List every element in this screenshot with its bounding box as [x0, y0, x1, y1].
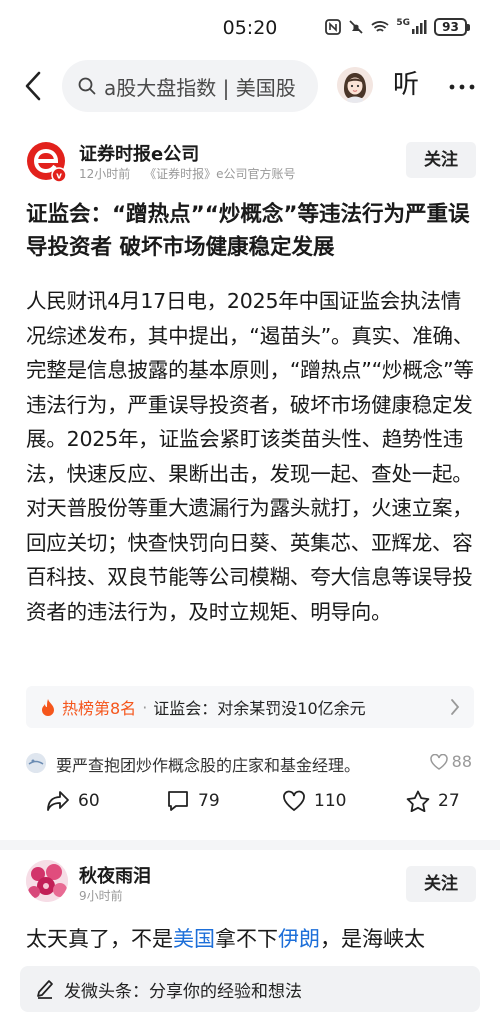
comment-avatar-icon [26, 753, 46, 773]
wifi-icon [371, 21, 389, 32]
status-icons: 5G 93 [325, 18, 470, 36]
hot-topic-text: 证监会：对余某罚没10亿余元 [153, 699, 366, 718]
heart-outline-icon [429, 753, 448, 770]
post-text[interactable]: 太天真了，不是美国拿不下伊朗，是海峡太 [26, 922, 476, 956]
e-company-logo-icon: v [27, 142, 67, 183]
battery-indicator: 93 [434, 18, 470, 36]
post-author-name[interactable]: 秋夜雨泪 [79, 862, 151, 888]
post-composer[interactable]: 发微头条：分享你的经验和想法 [20, 966, 480, 1012]
topic-link-iran[interactable]: 伊朗 [278, 927, 320, 951]
svg-text:v: v [56, 172, 62, 182]
hot-separator: · [142, 697, 148, 717]
comment-count: 79 [198, 791, 220, 811]
post-author: 秋夜雨泪 9小时前 关注 [26, 860, 476, 906]
hot-topic-bar[interactable]: 热榜第8名 · 证监会：对余某罚没10亿余元 [26, 686, 474, 728]
author-logo[interactable]: v [26, 141, 68, 183]
comment-avatar [26, 753, 46, 773]
search-icon [78, 77, 96, 95]
post-time: 9小时前 [79, 889, 123, 903]
favorite-button[interactable]: 27 [406, 790, 460, 812]
like-count: 110 [314, 791, 347, 811]
favorite-count: 27 [438, 791, 460, 811]
avatar-illustration-icon [337, 67, 373, 103]
topic-link-usa[interactable]: 美国 [173, 927, 215, 951]
post-text-part: 拿不下 [215, 927, 278, 951]
post-follow-button[interactable]: 关注 [406, 866, 476, 902]
signal-icon [412, 20, 427, 34]
comment-like-button[interactable]: 88 [429, 752, 472, 771]
nfc-icon [325, 19, 342, 35]
share-count: 60 [78, 791, 100, 811]
star-icon [406, 790, 430, 812]
author-meta: 12小时前 《证券时报》e公司官方账号 [79, 165, 306, 182]
search-input[interactable]: a股大盘指数 | 美国股 [62, 60, 318, 112]
user-avatar[interactable] [337, 67, 373, 103]
author-source: 《证券时报》e公司官方账号 [144, 167, 296, 181]
heart-icon [283, 790, 305, 812]
article-title: 证监会：“蹭热点”“炒概念”等违法行为严重误导投资者 破坏市场健康稳定发展 [26, 202, 470, 260]
more-options-button[interactable] [447, 72, 477, 102]
battery-cap [467, 23, 470, 31]
comment-button[interactable]: 79 [166, 790, 220, 812]
post-text-part: ，是海峡太 [320, 927, 425, 951]
battery-level: 93 [434, 18, 467, 36]
featured-comment[interactable]: 要严查抱团炒作概念股的庄家和基金经理。 88 [26, 750, 476, 776]
mute-icon [349, 20, 363, 34]
pen-icon [37, 980, 53, 999]
post-text-part: 太天真了，不是 [26, 927, 173, 951]
comment-like-count: 88 [451, 752, 472, 771]
status-bar: 05:20 5G 93 [0, 0, 500, 56]
back-arrow-icon [25, 71, 41, 101]
author-name[interactable]: 证券时报e公司 [79, 140, 199, 166]
publish-time: 12小时前 [79, 167, 131, 181]
article-body: 人民财讯4月17日电，2025年中国证监会执法情况综述发布，其中提出，“遏苗头”… [26, 289, 474, 624]
composer-placeholder: 发微头条：分享你的经验和想法 [64, 981, 302, 1002]
featured-comment-text: 要严查抱团炒作概念股的庄家和基金经理。 [56, 756, 361, 775]
post-author-avatar[interactable] [26, 860, 68, 902]
top-nav: a股大盘指数 | 美国股 听 [0, 58, 500, 114]
network-type: 5G [396, 18, 410, 28]
share-button[interactable]: 60 [46, 790, 100, 812]
flower-avatar-icon [26, 860, 68, 902]
action-bar: 60 79 110 27 [26, 790, 476, 818]
section-divider [0, 840, 500, 850]
like-button[interactable]: 110 [282, 790, 346, 812]
article-author: v 证券时报e公司 12小时前 《证券时报》e公司官方账号 关注 [26, 138, 476, 186]
comment-icon [168, 791, 188, 811]
share-icon [47, 791, 69, 811]
follow-button[interactable]: 关注 [406, 142, 476, 178]
more-dots-icon [449, 84, 475, 90]
listen-button[interactable]: 听 [393, 70, 419, 100]
chevron-right-icon [451, 699, 460, 715]
flame-icon [42, 699, 54, 716]
search-placeholder: a股大盘指数 | 美国股 [104, 75, 296, 100]
back-button[interactable] [18, 70, 48, 102]
hot-rank: 热榜第8名 [62, 699, 137, 718]
